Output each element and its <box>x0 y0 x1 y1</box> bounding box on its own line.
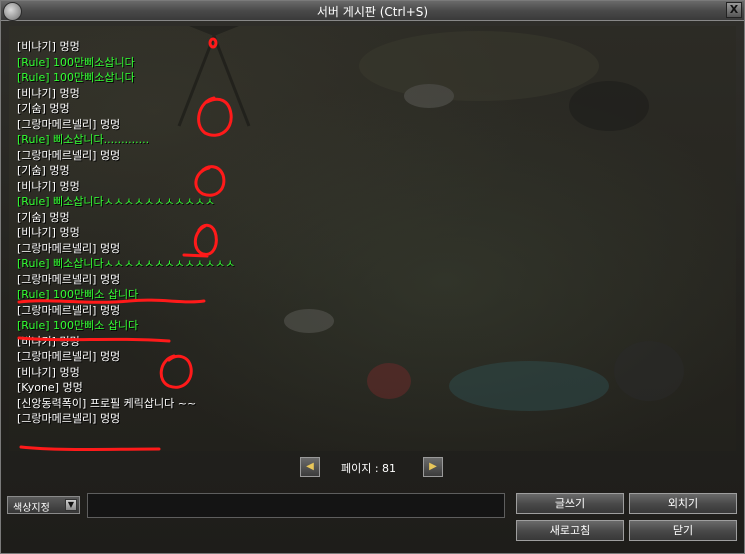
message-sender: 그랑마메르넬리 <box>21 148 93 162</box>
message-row: [비냐기] 멍멍 <box>17 179 80 193</box>
message-row: [비냐기] 멍멍 <box>17 86 80 100</box>
message-row: [그랑마메르넬리] 멍멍 <box>17 412 121 425</box>
message-sender: 비냐기 <box>21 40 52 53</box>
message-text: 멍멍 <box>62 381 83 394</box>
message-row: [Rule] 삐소삽니다ㅅㅅㅅㅅㅅㅅㅅㅅㅅㅅㅅㅅㅅ <box>17 257 236 270</box>
message-text: 멍멍 <box>59 226 80 239</box>
title-bar[interactable]: 서버 게시판 (Ctrl+S) X <box>1 1 744 21</box>
color-select-label: 색상지정 <box>13 503 50 514</box>
dropdown-arrow-icon[interactable]: ▼ <box>65 499 77 511</box>
message-text: 멍멍 <box>99 117 121 131</box>
message-sender: Kyone <box>21 381 55 394</box>
message-sender: 비냐기 <box>21 86 52 100</box>
message-sender: 그랑마메르넬리 <box>21 303 93 317</box>
message-text: 삐소삽니다............. <box>53 133 150 146</box>
arrow-right-icon: ▶ <box>429 461 437 472</box>
message-text: 멍멍 <box>59 86 80 100</box>
page-indicator: 페이지 : 81 <box>341 462 397 475</box>
message-sender: Rule <box>21 319 46 332</box>
message-row: [Rule] 100만삐소삽니다 <box>17 55 135 69</box>
message-sender: 비냐기 <box>21 226 52 239</box>
message-row: [비냐기] 멍멍 <box>17 365 80 379</box>
message-sender: Rule <box>21 257 46 270</box>
message-text: 멍멍 <box>99 241 121 255</box>
message-row: [기숨] 멍멍 <box>17 164 70 177</box>
message-sender: Rule <box>21 71 46 84</box>
message-text: 멍멍 <box>49 210 70 224</box>
message-text: 삐소삽니다ㅅㅅㅅㅅㅅㅅㅅㅅㅅㅅㅅㅅㅅ <box>53 257 236 270</box>
pagination: ◀ 페이지 : 81 ▶ <box>1 457 744 479</box>
message-text: 멍멍 <box>59 40 80 53</box>
message-row: [그랑마메르넬리] 멍멍 <box>17 303 121 317</box>
write-button[interactable]: 글쓰기 <box>516 493 624 514</box>
bottom-controls: 색상지정 ▼ 글쓰기 외치기 새로고침 닫기 <box>1 489 744 553</box>
message-row: [Rule] 삐소삽니다............. <box>17 133 150 146</box>
message-sender: 그랑마메르넬리 <box>21 272 93 286</box>
arrow-left-icon: ◀ <box>306 461 314 472</box>
message-row: [비냐기] 멍멍 <box>17 40 80 53</box>
message-text: 멍멍 <box>59 365 80 379</box>
message-text: 멍멍 <box>49 164 70 177</box>
message-row: [기숨] 멍멍 <box>17 102 70 115</box>
message-text: 멍멍 <box>99 350 121 363</box>
message-text: 100만삐소 삽니다 <box>53 288 139 301</box>
message-sender: 기숨 <box>21 164 42 177</box>
window-title: 서버 게시판 (Ctrl+S) <box>316 5 429 19</box>
server-board-window: 서버 게시판 (Ctrl+S) X [비냐기] 멍멍 [Rule] 100만삐소… <box>0 0 745 554</box>
color-select-button[interactable]: 색상지정 ▼ <box>7 496 80 514</box>
message-row: [그랑마메르넬리] 멍멍 <box>17 117 121 131</box>
message-row: [그랑마메르넬리] 멍멍 <box>17 272 121 286</box>
message-text: 멍멍 <box>99 272 121 286</box>
message-sender: 그랑마메르넬리 <box>21 412 93 425</box>
message-text: 멍멍 <box>59 179 80 193</box>
shout-button[interactable]: 외치기 <box>629 493 737 514</box>
message-row: [그랑마메르넬리] 멍멍 <box>17 148 121 162</box>
message-sender: 기숨 <box>21 210 42 224</box>
message-sender: 그랑마메르넬리 <box>21 117 93 131</box>
message-text: 100만삐소삽니다 <box>53 55 135 69</box>
message-sender: 기숨 <box>21 102 42 115</box>
message-row: [Kyone] 멍멍 <box>17 381 83 394</box>
message-row: [비냐기] 멍멍 <box>17 334 80 348</box>
message-text: 삐소삽니다ㅅㅅㅅㅅㅅㅅㅅㅅㅅㅅㅅ <box>53 195 215 208</box>
message-sender: 비냐기 <box>21 365 52 379</box>
message-list: [비냐기] 멍멍 [Rule] 100만삐소삽니다 [Rule] 100만삐소삽… <box>17 39 235 427</box>
message-row: [기숨] 멍멍 <box>17 210 70 224</box>
message-text: 멍멍 <box>99 303 121 317</box>
message-sender: Rule <box>21 288 46 301</box>
message-row: [Rule] 100만삐소 삽니다 <box>17 319 139 332</box>
message-sender: Rule <box>21 55 46 69</box>
message-sender: 그랑마메르넬리 <box>21 241 93 255</box>
message-row: [신앙동력폭이] 프로필 케릭삽니다 ~~ <box>17 396 197 410</box>
message-text: 프로필 케릭삽니다 ~~ <box>89 396 197 410</box>
message-sender: Rule <box>21 195 46 208</box>
next-page-button[interactable]: ▶ <box>423 457 443 477</box>
refresh-button[interactable]: 새로고침 <box>516 520 624 541</box>
close-window-button[interactable]: X <box>726 2 742 18</box>
message-text: 100만삐소 삽니다 <box>53 319 139 332</box>
message-row: [Rule] 100만삐소삽니다 <box>17 71 135 84</box>
message-sender: 비냐기 <box>21 334 52 348</box>
message-sender: 그랑마메르넬리 <box>21 350 93 363</box>
message-text: 100만삐소삽니다 <box>53 71 135 84</box>
message-row: [Rule] 삐소삽니다ㅅㅅㅅㅅㅅㅅㅅㅅㅅㅅㅅ <box>17 195 215 208</box>
message-sender: Rule <box>21 133 46 146</box>
message-text: 멍멍 <box>99 412 121 425</box>
message-row: [비냐기] 멍멍 <box>17 226 80 239</box>
message-row: [그랑마메르넬리] 멍멍 <box>17 350 121 363</box>
message-sender: 비냐기 <box>21 179 52 193</box>
message-text: 멍멍 <box>59 334 80 348</box>
message-row: [그랑마메르넬리] 멍멍 <box>17 241 121 255</box>
message-input[interactable] <box>87 493 505 518</box>
message-text: 멍멍 <box>49 102 70 115</box>
close-button[interactable]: 닫기 <box>629 520 737 541</box>
message-row: [Rule] 100만삐소 삽니다 <box>17 288 139 301</box>
message-sender: 신앙동력폭이 <box>21 396 83 410</box>
prev-page-button[interactable]: ◀ <box>300 457 320 477</box>
message-text: 멍멍 <box>99 148 121 162</box>
chat-log[interactable]: [비냐기] 멍멍 [Rule] 100만삐소삽니다 [Rule] 100만삐소삽… <box>9 26 736 451</box>
